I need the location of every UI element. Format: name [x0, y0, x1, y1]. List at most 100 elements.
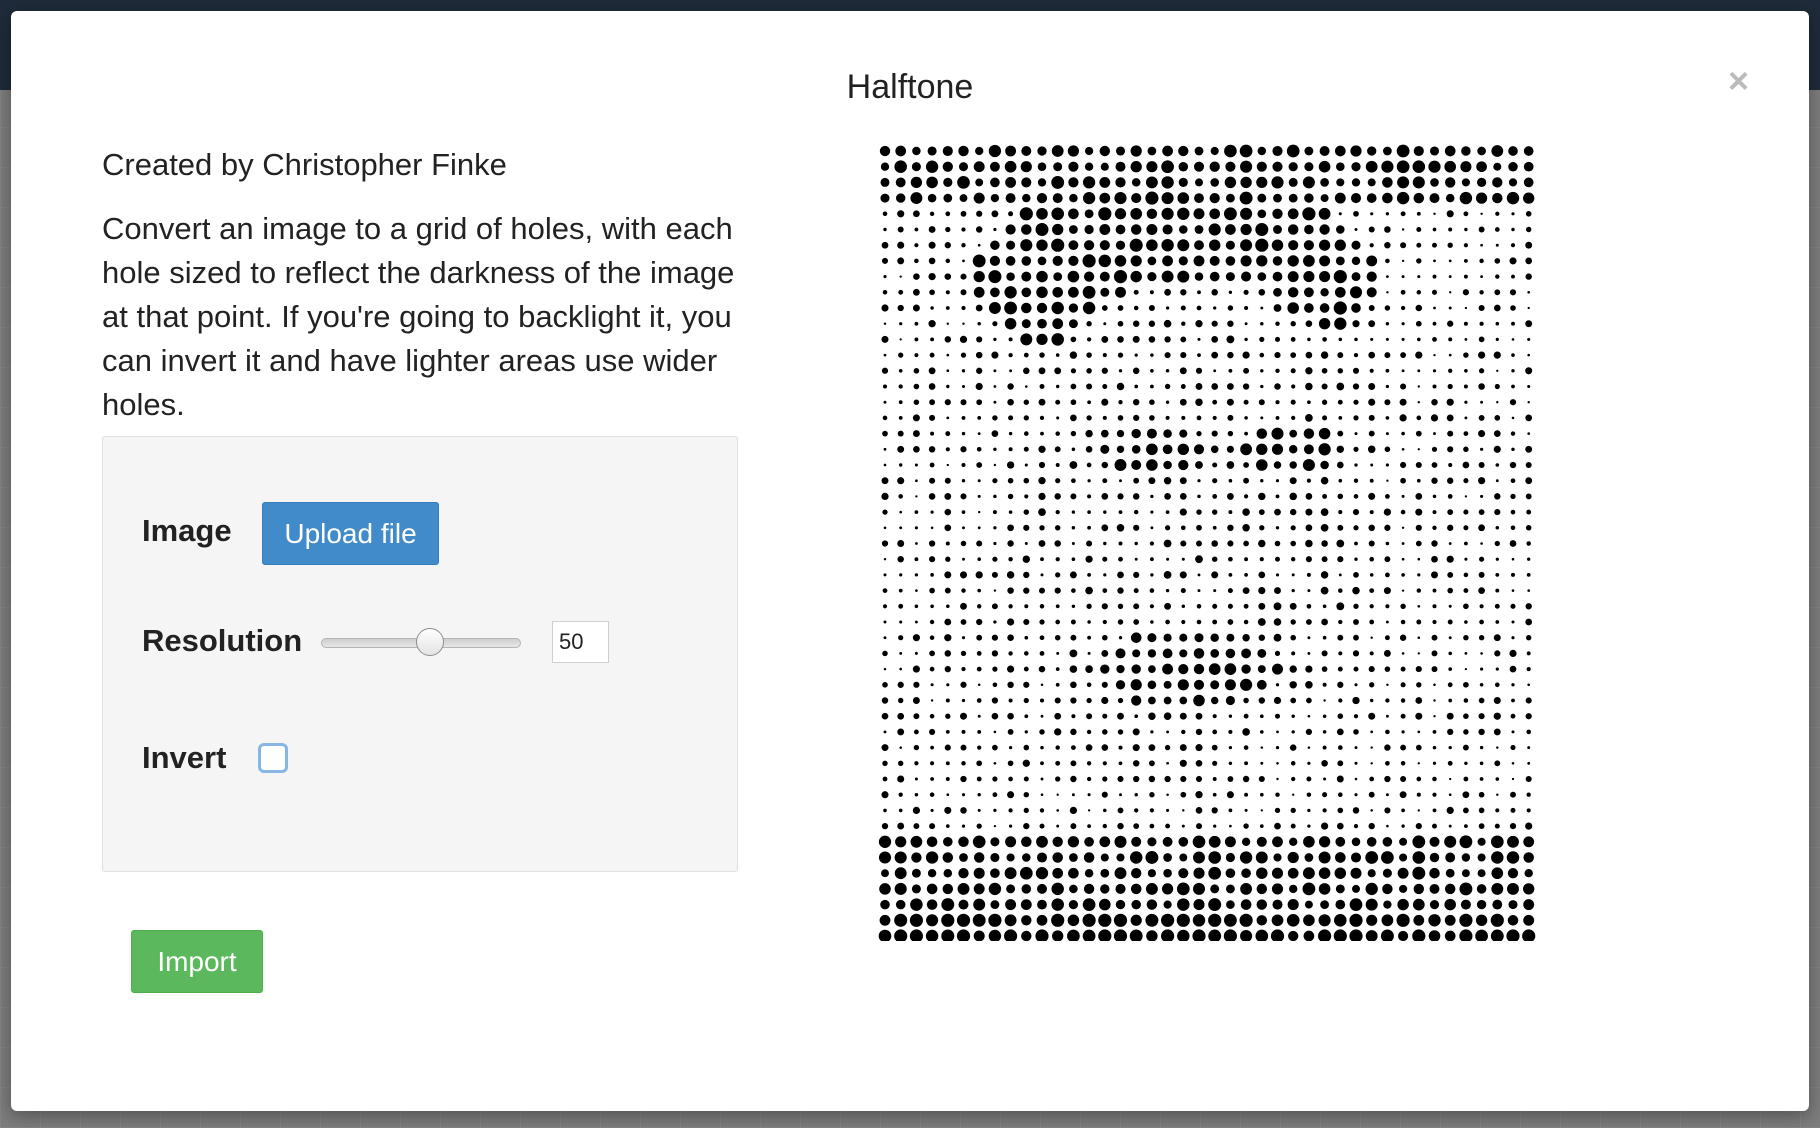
halftone-dot — [992, 556, 998, 562]
halftone-dot — [1510, 478, 1516, 484]
halftone-dot — [945, 713, 951, 719]
invert-checkbox[interactable] — [258, 743, 288, 773]
resolution-slider-thumb[interactable] — [416, 628, 444, 656]
resolution-input[interactable] — [552, 621, 609, 663]
halftone-dot — [1115, 161, 1126, 172]
halftone-dot — [993, 463, 997, 467]
halftone-dot — [1070, 697, 1077, 704]
halftone-dot — [1083, 852, 1095, 863]
halftone-dot — [899, 620, 903, 624]
halftone-dot — [1354, 337, 1358, 342]
halftone-dot — [976, 634, 983, 641]
halftone-dot — [976, 776, 982, 782]
halftone-dot — [1352, 884, 1360, 893]
halftone-dot — [992, 792, 998, 798]
upload-file-button[interactable]: Upload file — [262, 502, 439, 565]
halftone-dot — [1490, 929, 1504, 941]
halftone-dot — [1351, 256, 1361, 266]
halftone-dot — [1290, 352, 1297, 358]
halftone-dot — [1086, 415, 1092, 421]
halftone-dot — [1068, 208, 1079, 220]
halftone-dot — [1224, 176, 1237, 189]
halftone-dot — [1020, 239, 1033, 252]
halftone-dot — [962, 259, 965, 263]
halftone-dot — [943, 177, 953, 188]
halftone-dot — [1432, 745, 1437, 750]
halftone-dot — [897, 477, 905, 485]
halftone-dot — [976, 823, 982, 829]
halftone-dot — [1085, 429, 1093, 438]
halftone-dot — [1322, 604, 1327, 609]
halftone-dot — [946, 683, 950, 687]
halftone-dot — [1149, 604, 1154, 609]
halftone-dot — [1071, 526, 1076, 530]
halftone-dot — [1150, 384, 1154, 389]
halftone-dot — [1068, 303, 1079, 313]
halftone-dot — [1368, 226, 1375, 233]
halftone-dot — [1449, 777, 1452, 781]
halftone-dot — [1431, 555, 1438, 563]
halftone-dot — [1478, 414, 1485, 421]
halftone-dot — [1055, 478, 1061, 484]
halftone-dot — [1525, 257, 1533, 265]
halftone-dot — [1131, 178, 1141, 187]
halftone-dot — [1287, 851, 1299, 864]
halftone-dot — [1051, 898, 1064, 911]
halftone-dot — [1368, 822, 1375, 830]
halftone-dot — [1116, 853, 1125, 862]
halftone-dot — [1336, 461, 1344, 469]
halftone-dot — [1052, 286, 1064, 298]
halftone-dot — [1271, 867, 1284, 879]
halftone-dot — [976, 540, 983, 547]
halftone-dot — [898, 289, 904, 295]
halftone-dot — [1258, 539, 1266, 548]
halftone-dot — [976, 698, 982, 703]
halftone-dot — [882, 760, 888, 766]
halftone-dot — [1117, 775, 1124, 783]
halftone-dot — [1463, 572, 1469, 578]
halftone-dot — [973, 883, 985, 895]
halftone-dot — [930, 431, 935, 436]
halftone-dot — [1429, 900, 1440, 910]
halftone-dot — [1084, 868, 1094, 878]
halftone-dot — [1129, 851, 1143, 864]
halftone-dot — [880, 162, 890, 171]
halftone-dot — [1228, 729, 1233, 734]
halftone-dot — [1239, 678, 1253, 691]
halftone-dot — [1415, 351, 1423, 359]
halftone-dot — [1023, 791, 1030, 798]
halftone-dot — [1464, 368, 1468, 373]
halftone-dot — [1289, 681, 1297, 689]
halftone-dot — [1020, 333, 1033, 346]
import-button[interactable]: Import — [131, 930, 263, 993]
halftone-dot — [1068, 255, 1079, 266]
halftone-dot — [946, 384, 950, 389]
halftone-dot — [1462, 461, 1470, 469]
halftone-dot — [1509, 822, 1517, 830]
halftone-dot — [1290, 619, 1296, 625]
halftone-dot — [1038, 461, 1046, 469]
halftone-dot — [1115, 680, 1126, 690]
halftone-dot — [1397, 867, 1409, 879]
halftone-dot — [959, 712, 968, 720]
halftone-dot — [1256, 915, 1268, 926]
halftone-dot — [1416, 619, 1422, 625]
halftone-dot — [1480, 542, 1483, 545]
halftone-dot — [1098, 207, 1112, 221]
halftone-dot — [1478, 524, 1485, 532]
halftone-dot — [1334, 286, 1346, 298]
halftone-dot — [1336, 178, 1345, 187]
halftone-dot — [941, 898, 955, 912]
halftone-dot — [961, 793, 966, 797]
close-icon[interactable]: × — [1728, 61, 1749, 101]
halftone-dot — [962, 557, 965, 561]
halftone-dot — [1417, 730, 1421, 734]
halftone-dot — [1365, 851, 1379, 864]
halftone-dot — [1087, 824, 1091, 828]
halftone-dot — [1055, 572, 1061, 578]
halftone-dot — [1272, 663, 1283, 675]
halftone-dot — [1225, 193, 1235, 203]
halftone-dot — [1019, 866, 1033, 880]
halftone-dot — [1117, 320, 1124, 327]
halftone-dot — [1163, 319, 1172, 328]
